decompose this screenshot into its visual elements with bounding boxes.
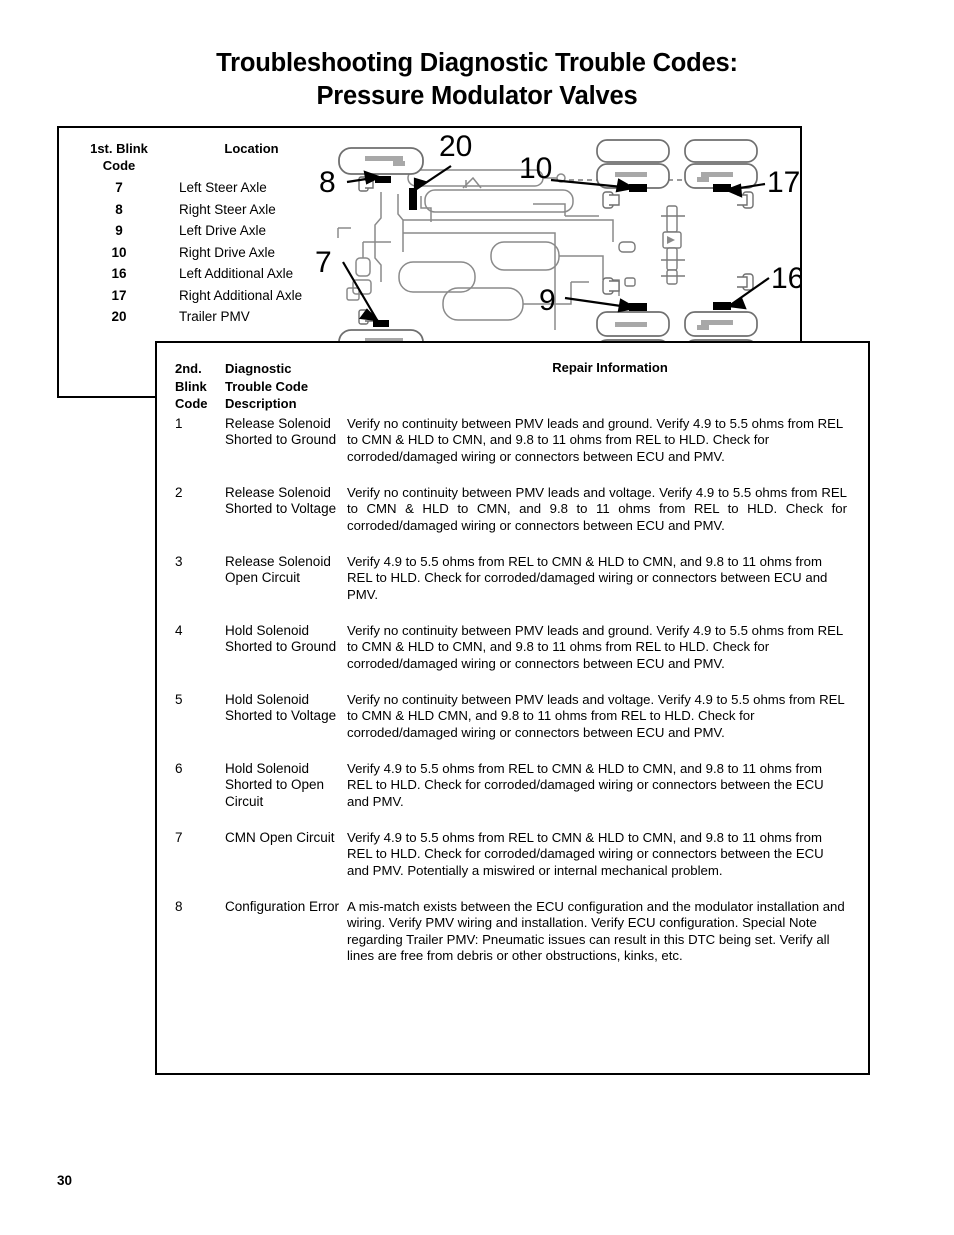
location-row: 8 Right Steer Axle [59,202,327,224]
dtc-row-code: 1 [175,416,183,431]
dtc-row-repair: Verify 4.9 to 5.5 ohms from REL to CMN &… [347,554,828,602]
location-row: 17 Right Additional Axle [59,288,327,310]
dtc-row-code: 2 [175,485,183,500]
page-title: Troubleshooting Diagnostic Trouble Codes… [0,47,954,113]
page-title-line-1: Troubleshooting Diagnostic Trouble Codes… [216,49,738,77]
dtc-row-repair: Verify 4.9 to 5.5 ohms from REL to CMN &… [347,761,824,809]
location-row-code: 8 [115,201,123,217]
location-row-code: 16 [111,266,127,281]
dtc-table-row: 8 Configuration Error A mis-match exists… [157,899,868,963]
dtc-header-description: Diagnostic Trouble Code Description [225,360,360,413]
dtc-row-code: 4 [175,623,183,638]
front-left-wheel [338,147,424,175]
dtc-table-row: 4 Hold Solenoid Shorted to Ground Verify… [157,623,868,675]
dtc-table-panel: 2nd. Blink Code Diagnostic Trouble Code … [155,341,870,1075]
dtc-row-description: Hold Solenoid Shorted to Open Circuit [225,761,325,809]
dtc-row-code: 7 [175,830,183,845]
callout-label-7: 7 [315,246,332,279]
dtc-row-code: 8 [175,899,183,914]
dtc-row-repair: Verify 4.9 to 5.5 ohms from REL to CMN &… [347,830,824,878]
plumbing-lines [337,169,717,330]
location-header-code: 1st. Blink Code [71,140,167,174]
dtc-row-code: 3 [175,554,183,569]
dtc-table-row: 3 Release Solenoid Open Circuit Verify 4… [157,554,868,606]
dtc-row-repair: Verify no continuity between PMV leads a… [347,485,847,533]
location-header-code-line-1: 1st. Blink [90,141,148,156]
dtc-header-blink-line-1: 2nd. [175,361,202,376]
dtc-row-description: Release Solenoid Shorted to Ground [225,416,337,448]
pmv-block-20 [409,188,417,210]
callout-label-20: 20 [439,130,472,163]
dtc-table-row: 5 Hold Solenoid Shorted to Voltage Verif… [157,692,868,744]
location-table: 1st. Blink Code Location 7 Left Steer Ax… [59,140,327,331]
dtc-row-description: Hold Solenoid Shorted to Ground [225,623,337,655]
location-row-code: 20 [111,309,127,324]
callout-label-9: 9 [539,284,556,317]
dtc-header-blink-line-3: Code [175,396,208,411]
dtc-header-repair-information: Repair Information [552,360,668,375]
location-row-code: 17 [111,287,127,303]
dtc-row-repair: A mis-match exists between the ECU confi… [347,899,845,964]
pmv-block-7 [373,320,389,327]
dtc-row-description: CMN Open Circuit [225,830,335,845]
location-row: 9 Left Drive Axle [59,223,327,245]
callout-label-8: 8 [319,166,336,199]
location-row: 7 Left Steer Axle [59,180,327,202]
dtc-row-description: Configuration Error [225,899,340,914]
dtc-row-code: 5 [175,692,183,707]
dtc-header-desc-line-1: Diagnostic [225,361,292,376]
dtc-table-row: 2 Release Solenoid Shorted to Voltage Ve… [157,485,868,537]
dtc-table-row: 6 Hold Solenoid Shorted to Open Circuit … [157,761,868,813]
location-row: 16 Left Additional Axle [59,266,327,288]
dtc-row-code: 6 [175,761,183,776]
location-row-code: 10 [111,244,127,260]
dtc-row-repair: Verify no continuity between PMV leads a… [347,623,843,671]
page-number: 30 [57,1173,73,1188]
dtc-row-repair: Verify no continuity between PMV leads a… [347,692,845,740]
dtc-header-desc-line-3: Description [225,396,297,411]
callout-leaders [342,165,770,322]
dtc-table-row: 7 CMN Open Circuit Verify 4.9 to 5.5 ohm… [157,830,868,882]
location-header-code-line-2: Code [102,158,136,173]
dtc-header-blink-line-2: Blink [175,378,207,394]
dtc-row-description: Hold Solenoid Shorted to Voltage [225,692,337,724]
location-row: 20 Trailer PMV [59,309,327,331]
callout-label-17: 17 [767,166,800,199]
callout-label-16: 16 [771,262,801,295]
location-row-code: 7 [115,180,123,195]
dtc-table-row: 1 Release Solenoid Shorted to Ground Ver… [157,416,868,468]
dtc-row-description: Release Solenoid Shorted to Voltage [225,485,337,517]
dtc-header-desc-line-2: Trouble Code [225,378,309,394]
dtc-row-repair: Verify no continuity between PMV leads a… [347,416,843,464]
location-table-header: 1st. Blink Code Location [59,140,327,180]
page-title-line-2: Pressure Modulator Valves [316,82,638,110]
location-row-code: 9 [115,223,123,238]
rear-upper-left-wheels [596,139,670,189]
callout-label-10: 10 [519,152,552,185]
dtc-row-description: Release Solenoid Open Circuit [225,554,331,586]
center-valve-stack [618,205,685,287]
rear-upper-right-wheels [684,139,758,189]
dtc-table-header: 2nd. Blink Code Diagnostic Trouble Code … [157,360,868,416]
location-row: 10 Right Drive Axle [59,245,327,267]
